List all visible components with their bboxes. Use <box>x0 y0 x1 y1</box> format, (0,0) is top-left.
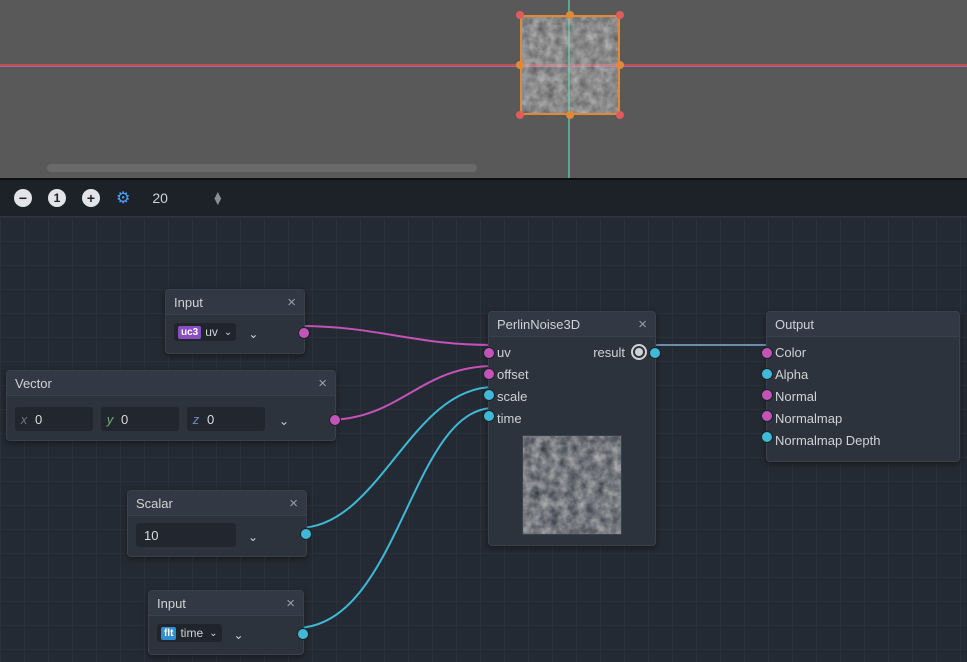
vector-x-field[interactable]: x <box>15 407 93 431</box>
z-prefix: z <box>187 412 205 427</box>
resize-handle-t[interactable] <box>566 11 574 19</box>
zoom-level-value[interactable]: 20 <box>152 190 168 206</box>
input-port-nmdepth[interactable] <box>761 431 773 443</box>
node-perlin-noise-3d[interactable]: PerlinNoise3D × uv result offset scale t… <box>488 311 656 546</box>
scalar-input[interactable] <box>136 528 236 543</box>
resize-handle-r[interactable] <box>616 61 624 69</box>
node-title: PerlinNoise3D <box>497 317 580 332</box>
scalar-field[interactable] <box>136 523 236 547</box>
x-prefix: x <box>15 412 33 427</box>
output-port-time[interactable] <box>297 628 309 640</box>
collapse-icon[interactable]: ⌄ <box>248 327 258 341</box>
collapse-icon[interactable]: ⌄ <box>248 530 258 544</box>
node-input-uv[interactable]: Input × uc3 uv ⌄ ⌄ <box>165 289 305 354</box>
input-port-color[interactable] <box>761 347 773 359</box>
graph-zoom-toolbar: − 1 + ⚙ 20 ▲▼ <box>0 178 967 217</box>
collapse-icon[interactable]: ⌄ <box>234 628 244 642</box>
input-port-offset[interactable] <box>483 368 495 380</box>
resize-handle-tr[interactable] <box>616 11 624 19</box>
input-label-uv: uv <box>497 345 511 360</box>
input-select[interactable]: flt time ⌄ <box>157 624 222 642</box>
type-tag-flt: flt <box>161 627 176 640</box>
node-title: Input <box>157 596 186 611</box>
chevron-down-icon: ⌄ <box>224 327 232 338</box>
node-output[interactable]: Output Color Alpha Normal Normalmap Norm… <box>766 311 960 462</box>
input-label-time: time <box>497 411 522 426</box>
node-vector[interactable]: Vector × x y z ⌄ <box>6 370 336 441</box>
zoom-stepper[interactable]: ▲▼ <box>212 192 224 204</box>
vector-y-field[interactable]: y <box>101 407 179 431</box>
vector-z-input[interactable] <box>205 412 255 427</box>
input-label-scale: scale <box>497 389 527 404</box>
output-row-normal: Normal <box>775 389 817 404</box>
output-row-color: Color <box>775 345 806 360</box>
close-icon[interactable]: × <box>289 495 298 512</box>
zoom-out-button[interactable]: − <box>14 189 32 207</box>
collapse-icon[interactable]: ⌄ <box>279 414 289 428</box>
input-label: uv <box>205 325 218 339</box>
resize-handle-bl[interactable] <box>516 111 524 119</box>
chevron-down-icon: ⌄ <box>209 628 217 639</box>
node-title: Input <box>174 295 203 310</box>
viewport-scrollbar-h[interactable] <box>47 164 477 172</box>
output-port-result[interactable] <box>649 347 661 359</box>
y-prefix: y <box>101 412 119 427</box>
noise-preview <box>522 435 622 535</box>
output-port-vector[interactable] <box>329 414 341 426</box>
resize-handle-l[interactable] <box>516 61 524 69</box>
resize-handle-b[interactable] <box>566 111 574 119</box>
input-port-normal[interactable] <box>761 389 773 401</box>
horizontal-guide-purple <box>0 66 967 67</box>
vector-x-input[interactable] <box>33 412 83 427</box>
type-tag-uc3: uc3 <box>178 326 201 339</box>
output-row-nmdepth: Normalmap Depth <box>775 433 881 448</box>
input-select[interactable]: uc3 uv ⌄ <box>174 323 236 341</box>
canvas-viewport[interactable] <box>0 0 967 178</box>
input-port-scale[interactable] <box>483 389 495 401</box>
preview-toggle-icon[interactable] <box>631 344 647 360</box>
node-title: Scalar <box>136 496 173 511</box>
zoom-reset-button[interactable]: 1 <box>48 189 66 207</box>
resize-handle-tl[interactable] <box>516 11 524 19</box>
input-port-uv[interactable] <box>483 347 495 359</box>
close-icon[interactable]: × <box>287 294 296 311</box>
output-port-uv[interactable] <box>298 327 310 339</box>
input-label-offset: offset <box>497 367 529 382</box>
output-row-alpha: Alpha <box>775 367 808 382</box>
close-icon[interactable]: × <box>318 375 327 392</box>
output-label-result: result <box>593 345 625 360</box>
output-port-scalar[interactable] <box>300 528 312 540</box>
node-title: Output <box>775 317 814 332</box>
input-port-time[interactable] <box>483 410 495 422</box>
close-icon[interactable]: × <box>286 595 295 612</box>
input-port-normalmap[interactable] <box>761 410 773 422</box>
resize-handle-br[interactable] <box>616 111 624 119</box>
node-scalar[interactable]: Scalar × ⌄ <box>127 490 307 557</box>
shader-graph-canvas[interactable]: Input × uc3 uv ⌄ ⌄ Vector × x <box>0 217 967 662</box>
input-port-alpha[interactable] <box>761 368 773 380</box>
vector-y-input[interactable] <box>119 412 169 427</box>
close-icon[interactable]: × <box>638 316 647 333</box>
node-input-time[interactable]: Input × flt time ⌄ ⌄ <box>148 590 304 655</box>
graph-settings-icon[interactable]: ⚙ <box>116 188 130 208</box>
selected-sprite[interactable] <box>520 15 620 115</box>
output-row-normalmap: Normalmap <box>775 411 842 426</box>
vector-z-field[interactable]: z <box>187 407 265 431</box>
input-label: time <box>180 626 203 640</box>
zoom-in-button[interactable]: + <box>82 189 100 207</box>
node-title: Vector <box>15 376 52 391</box>
